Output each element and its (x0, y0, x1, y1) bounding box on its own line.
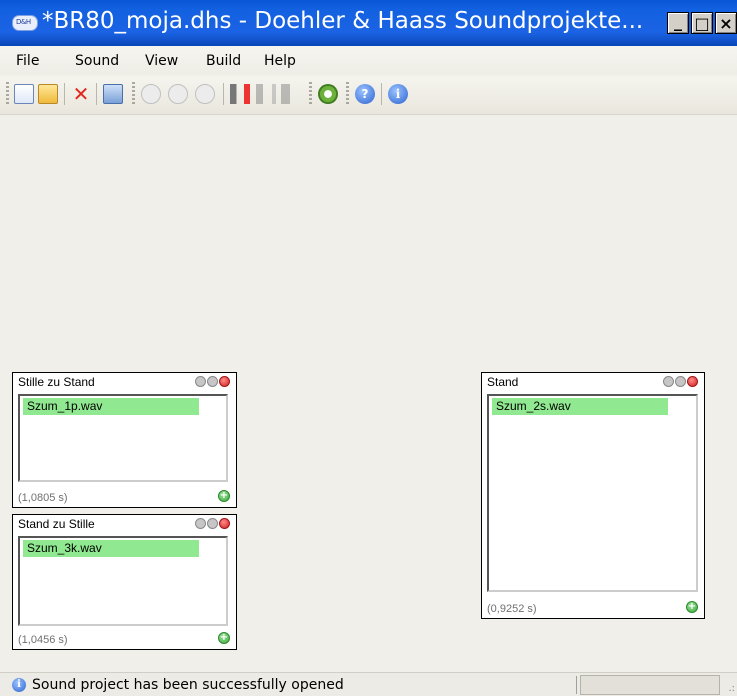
move-icon[interactable] (207, 376, 218, 387)
toolbar-grip[interactable] (132, 82, 135, 106)
list-item[interactable]: Szum_1p.wav (23, 398, 199, 415)
stop-icon[interactable] (195, 84, 215, 104)
app-logo-icon[interactable]: D&H (12, 15, 38, 31)
rename-icon[interactable] (663, 376, 674, 387)
title-bar: D&H *BR80_moja.dhs - Doehler & Haass Sou… (0, 0, 737, 46)
info-icon[interactable]: i (388, 84, 408, 104)
panel-title: Stand zu Stille (18, 517, 95, 531)
add-sound-icon[interactable]: + (686, 601, 698, 613)
rename-icon[interactable] (195, 376, 206, 387)
remove-icon[interactable] (687, 376, 698, 387)
maximize-button[interactable]: □ (691, 12, 713, 34)
list-item[interactable]: Szum_3k.wav (23, 540, 199, 557)
toolbar-grip[interactable] (309, 82, 312, 106)
resize-grip-icon[interactable]: .: (728, 683, 735, 694)
toolbar-separator (96, 83, 97, 105)
status-bar: i Sound project has been successfully op… (0, 672, 737, 696)
delete-icon[interactable]: ✕ (71, 84, 91, 104)
rename-icon[interactable] (195, 518, 206, 529)
add-sound-icon[interactable]: + (218, 490, 230, 502)
window-title: *BR80_moja.dhs - Doehler & Haass Soundpr… (42, 8, 644, 34)
toolbar-separator (381, 83, 382, 105)
close-button[interactable]: × (715, 12, 737, 34)
toolbar-separator (64, 83, 65, 105)
new-file-icon[interactable] (14, 84, 34, 104)
menu-help[interactable]: Help (264, 53, 296, 69)
sound-panel[interactable]: Stand zu Stille Szum_3k.wav (1,0456 s) + (12, 514, 237, 650)
status-message: Sound project has been successfully open… (32, 677, 344, 693)
add-sound-icon[interactable]: + (218, 632, 230, 644)
list-item[interactable]: Szum_2s.wav (492, 398, 668, 415)
help-icon[interactable]: ? (355, 84, 375, 104)
duration-label: (0,9252 s) (487, 603, 537, 615)
panel-buttons (195, 376, 230, 387)
menu-bar: File Sound View Build Help (0, 46, 737, 74)
speaker-red-icon[interactable] (230, 84, 250, 104)
toolbar: ✕ ? i (0, 76, 737, 115)
move-icon[interactable] (207, 518, 218, 529)
move-icon[interactable] (675, 376, 686, 387)
menu-file[interactable]: File (16, 53, 39, 69)
save-icon[interactable] (103, 84, 123, 104)
menu-view[interactable]: View (145, 53, 178, 69)
menu-sound[interactable]: Sound (75, 53, 119, 69)
play-icon[interactable] (141, 84, 161, 104)
status-divider (576, 676, 577, 694)
minimize-button[interactable]: _ (667, 12, 689, 34)
loop-icon[interactable] (168, 84, 188, 104)
panel-title: Stand (487, 375, 519, 389)
toolbar-separator (223, 83, 224, 105)
toolbar-grip[interactable] (346, 82, 349, 106)
toolbar-grip[interactable] (6, 82, 9, 106)
duration-label: (1,0456 s) (18, 634, 68, 646)
remove-icon[interactable] (219, 518, 230, 529)
speaker-gray-icon[interactable] (256, 84, 276, 104)
app-logo-text: D&H (16, 18, 31, 26)
sound-file-list[interactable]: Szum_1p.wav (18, 394, 228, 482)
remove-icon[interactable] (219, 376, 230, 387)
build-gear-icon[interactable] (318, 84, 338, 104)
duration-label: (1,0805 s) (18, 492, 68, 504)
sound-panel[interactable]: Stille zu Stand Szum_1p.wav (1,0805 s) + (12, 372, 237, 508)
open-folder-icon[interactable] (38, 84, 58, 104)
panel-buttons (663, 376, 698, 387)
panel-buttons (195, 518, 230, 529)
sound-file-list[interactable]: Szum_3k.wav (18, 536, 228, 626)
sound-file-list[interactable]: Szum_2s.wav (487, 394, 698, 592)
info-icon: i (12, 678, 26, 692)
panel-title: Stille zu Stand (18, 375, 95, 389)
status-progress-pane (580, 675, 720, 695)
sound-panel[interactable]: Stand Szum_2s.wav (0,9252 s) + (481, 372, 705, 619)
window-controls: _ □ × (667, 12, 737, 34)
menu-build[interactable]: Build (206, 53, 241, 69)
speaker-dim-icon[interactable] (281, 84, 301, 104)
